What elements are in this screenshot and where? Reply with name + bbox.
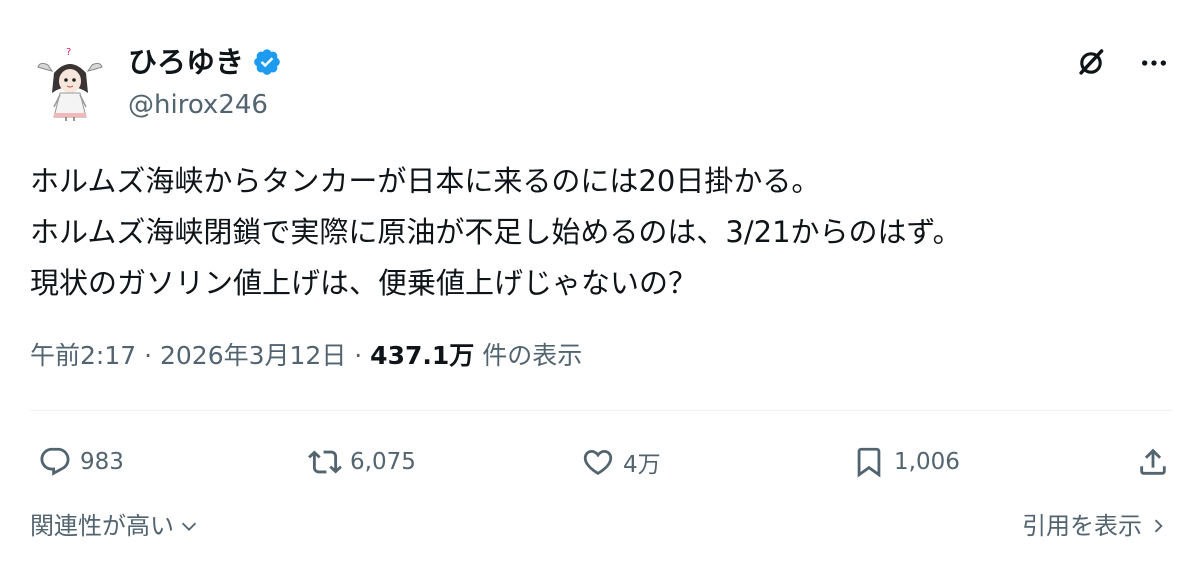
views-label: 件の表示 [474, 341, 583, 370]
meta-separator: · [136, 341, 160, 370]
chevron-right-icon [1154, 519, 1163, 533]
divider [30, 410, 1172, 411]
more-dots-icon[interactable] [1138, 47, 1170, 79]
tweet-meta: 午前2:17 · 2026年3月12日 · 437.1万 件の表示 [30, 338, 582, 374]
meta-separator: · [346, 341, 371, 370]
tweet-text: ホルムズ海峡からタンカーが日本に来るのには20日掛かる。 ホルムズ海峡閉鎖で実際… [30, 156, 962, 309]
author-handle[interactable]: @hirox246 [128, 88, 268, 122]
reply-button[interactable]: 983 [38, 440, 124, 484]
retweet-button[interactable]: 6,075 [308, 440, 416, 484]
tweet-text-line: ホルムズ海峡閉鎖で実際に原油が不足し始めるのは、3/21からのはず。 [30, 215, 962, 249]
reply-count: 983 [80, 449, 124, 475]
sort-replies-button[interactable]: 関連性が高い [30, 508, 200, 544]
author-name-row: ひろゆき [128, 44, 282, 80]
tweet-text-line: ホルムズ海峡からタンカーが日本に来るのには20日掛かる。 [30, 164, 821, 198]
tweet-time[interactable]: 午前2:17 [30, 341, 136, 370]
like-button[interactable]: 4万 [581, 440, 661, 484]
reply-icon [40, 447, 70, 476]
tweet-card: ? ひろゆき @hirox246 ホルムズ海峡からタンカーが日本に来るのには20… [0, 0, 1200, 563]
bookmark-icon [857, 447, 881, 478]
top-actions [1074, 46, 1170, 80]
avatar[interactable]: ? [30, 43, 110, 123]
heart-icon [583, 449, 613, 475]
chevron-down-icon [181, 522, 197, 531]
quotes-label: 引用を表示 [1022, 512, 1142, 540]
tweet-text-line: 現状のガソリン値上げは、便乗値上げじゃないの？ [30, 266, 698, 300]
grok-icon[interactable] [1074, 46, 1108, 80]
bookmark-button[interactable]: 1,006 [852, 440, 960, 484]
like-count: 4万 [623, 452, 661, 478]
verified-badge-icon[interactable] [252, 47, 282, 77]
svg-text:?: ? [66, 47, 71, 58]
view-quotes-link[interactable]: 引用を表示 [1022, 508, 1168, 544]
display-name[interactable]: ひろゆき [128, 44, 244, 80]
sort-label: 関連性が高い [30, 512, 174, 540]
share-icon [1140, 448, 1166, 475]
action-bar: 983 6,075 4万 1,006 [30, 440, 1170, 484]
tweet-date[interactable]: 2026年3月12日 [160, 341, 346, 370]
avatar-anime-character-icon: ? [37, 47, 103, 121]
bookmark-count: 1,006 [894, 449, 960, 475]
retweet-count: 6,075 [350, 449, 416, 475]
retweet-icon [308, 450, 342, 474]
share-button[interactable] [1136, 440, 1170, 484]
views-count: 437.1万 [370, 341, 475, 370]
